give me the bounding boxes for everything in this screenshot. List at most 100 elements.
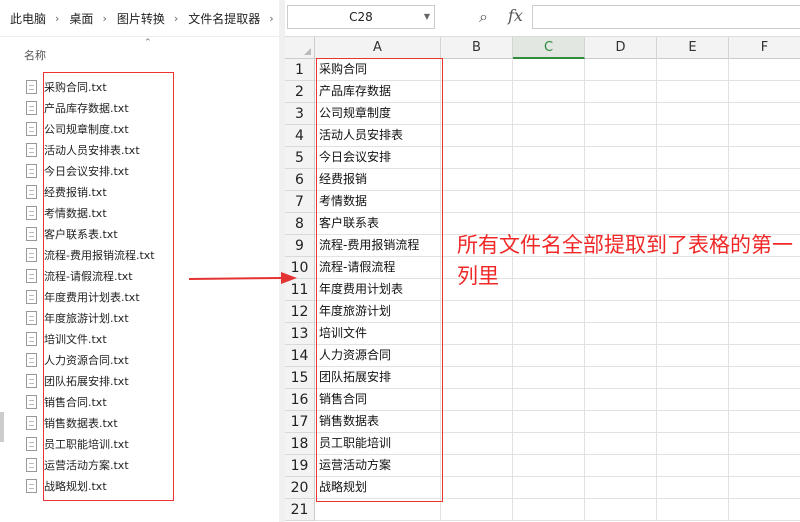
cell[interactable] <box>657 81 729 103</box>
cell[interactable] <box>657 323 729 345</box>
row-header[interactable]: 1 <box>285 59 315 81</box>
row-header[interactable]: 13 <box>285 323 315 345</box>
cell[interactable] <box>729 125 800 147</box>
row-header[interactable]: 21 <box>285 499 315 521</box>
chevron-down-icon[interactable]: ▼ <box>424 12 430 21</box>
breadcrumb-item[interactable]: 桌面 <box>59 10 93 27</box>
column-header[interactable]: C <box>513 37 585 59</box>
cell[interactable] <box>585 323 657 345</box>
cell[interactable] <box>657 301 729 323</box>
cell[interactable] <box>729 323 800 345</box>
cell[interactable] <box>657 147 729 169</box>
cell[interactable] <box>585 103 657 125</box>
cell[interactable] <box>657 411 729 433</box>
cell[interactable] <box>513 345 585 367</box>
cell[interactable] <box>441 433 513 455</box>
cell[interactable] <box>657 389 729 411</box>
cell[interactable] <box>729 59 800 81</box>
cell[interactable] <box>441 103 513 125</box>
cell[interactable] <box>585 59 657 81</box>
chevron-right-icon[interactable]: › <box>46 12 59 25</box>
cell[interactable] <box>657 477 729 499</box>
cell[interactable] <box>657 169 729 191</box>
row-header[interactable]: 19 <box>285 455 315 477</box>
cell[interactable] <box>441 477 513 499</box>
row-header[interactable]: 8 <box>285 213 315 235</box>
cell[interactable] <box>585 301 657 323</box>
cell[interactable] <box>513 323 585 345</box>
row-header[interactable]: 7 <box>285 191 315 213</box>
cell[interactable] <box>441 81 513 103</box>
cell[interactable] <box>513 455 585 477</box>
row-header[interactable]: 14 <box>285 345 315 367</box>
sort-ascending-icon[interactable]: ⌃ <box>144 38 152 48</box>
cell[interactable] <box>585 433 657 455</box>
cell[interactable] <box>729 301 800 323</box>
row-header[interactable]: 15 <box>285 367 315 389</box>
row-header[interactable]: 17 <box>285 411 315 433</box>
cell[interactable] <box>513 389 585 411</box>
column-header[interactable]: F <box>729 37 800 59</box>
scrollbar[interactable] <box>0 412 4 442</box>
breadcrumb-item[interactable]: 图片转换 <box>107 10 165 27</box>
cell[interactable] <box>513 433 585 455</box>
row-header[interactable]: 5 <box>285 147 315 169</box>
column-header[interactable]: E <box>657 37 729 59</box>
cell[interactable] <box>441 169 513 191</box>
cell[interactable] <box>513 191 585 213</box>
cell[interactable] <box>441 389 513 411</box>
select-all-corner[interactable] <box>285 37 315 59</box>
fx-icon[interactable]: fx <box>508 6 523 25</box>
cell[interactable] <box>729 477 800 499</box>
cell[interactable] <box>441 147 513 169</box>
cell[interactable] <box>585 125 657 147</box>
cell[interactable] <box>729 191 800 213</box>
zoom-icon[interactable]: ⌕ <box>479 7 488 27</box>
cell[interactable] <box>729 103 800 125</box>
cell[interactable] <box>513 103 585 125</box>
row-header[interactable]: 2 <box>285 81 315 103</box>
cell[interactable] <box>513 499 585 521</box>
breadcrumb-item[interactable]: 文件名提取器 <box>178 10 260 27</box>
cell[interactable] <box>657 455 729 477</box>
cell[interactable] <box>441 191 513 213</box>
cell[interactable] <box>585 455 657 477</box>
row-header[interactable]: 6 <box>285 169 315 191</box>
cell[interactable] <box>657 191 729 213</box>
cell[interactable] <box>441 301 513 323</box>
cell[interactable] <box>441 125 513 147</box>
cell[interactable] <box>513 169 585 191</box>
name-box[interactable]: C28 ▼ <box>287 5 435 29</box>
cell[interactable] <box>585 367 657 389</box>
cell[interactable] <box>441 411 513 433</box>
cell[interactable] <box>315 499 441 521</box>
cell[interactable] <box>585 389 657 411</box>
column-header[interactable]: B <box>441 37 513 59</box>
column-header[interactable]: D <box>585 37 657 59</box>
cell[interactable] <box>657 433 729 455</box>
cell[interactable] <box>441 455 513 477</box>
chevron-right-icon[interactable]: › <box>93 12 106 25</box>
row-header[interactable]: 9 <box>285 235 315 257</box>
cell[interactable] <box>441 345 513 367</box>
cell[interactable] <box>729 389 800 411</box>
cell[interactable] <box>441 323 513 345</box>
cell[interactable] <box>729 499 800 521</box>
cell[interactable] <box>441 499 513 521</box>
cell[interactable] <box>729 411 800 433</box>
cell[interactable] <box>585 345 657 367</box>
cell[interactable] <box>729 345 800 367</box>
row-header[interactable]: 16 <box>285 389 315 411</box>
cell[interactable] <box>585 191 657 213</box>
cell[interactable] <box>585 169 657 191</box>
cell[interactable] <box>657 125 729 147</box>
cell[interactable] <box>513 59 585 81</box>
cell[interactable] <box>441 59 513 81</box>
column-header[interactable]: A <box>315 37 441 59</box>
cell[interactable] <box>657 499 729 521</box>
cell[interactable] <box>513 367 585 389</box>
cell[interactable] <box>657 103 729 125</box>
cell[interactable] <box>513 477 585 499</box>
cell[interactable] <box>657 345 729 367</box>
row-header[interactable]: 3 <box>285 103 315 125</box>
